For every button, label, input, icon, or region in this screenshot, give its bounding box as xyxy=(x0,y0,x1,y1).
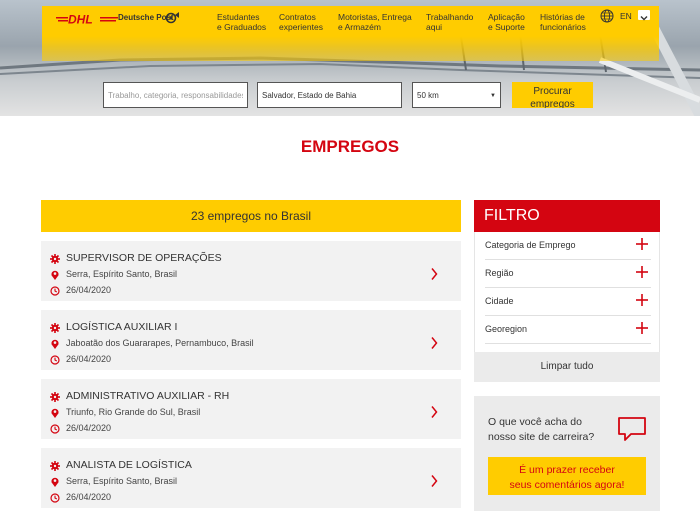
speech-bubble-icon xyxy=(618,417,646,441)
clock-icon xyxy=(50,286,60,296)
plus-icon[interactable] xyxy=(636,266,648,278)
plus-icon[interactable] xyxy=(636,294,648,306)
location-pin-icon xyxy=(51,408,59,418)
job-title[interactable]: ADMINISTRATIVO AUXILIAR - RH xyxy=(66,390,229,402)
job-date: 26/04/2020 xyxy=(66,285,112,295)
nav-students[interactable]: Estudantes e Graduados xyxy=(217,12,266,32)
job-location: Jaboatão dos Guararapes, Pernambuco, Bra… xyxy=(66,338,254,348)
nav-drivers[interactable]: Motoristas, Entrega e Armazém xyxy=(338,12,412,32)
job-date: 26/04/2020 xyxy=(66,423,112,433)
job-date: 26/04/2020 xyxy=(66,354,112,364)
chevron-right-icon[interactable] xyxy=(430,267,438,281)
clock-icon xyxy=(50,424,60,434)
chevron-right-icon[interactable] xyxy=(430,336,438,350)
globe-icon[interactable] xyxy=(600,9,614,23)
filter-item-category[interactable]: Categoria de Emprego xyxy=(485,232,651,260)
chevron-right-icon[interactable] xyxy=(430,405,438,419)
job-title[interactable]: ANALISTA DE LOGÍSTICA xyxy=(66,459,192,471)
nav-employee-stories[interactable]: Histórias de funcionários xyxy=(540,12,586,32)
job-location: Serra, Espírito Santo, Brasil xyxy=(66,269,178,279)
location-input[interactable] xyxy=(257,82,402,108)
job-category-icon xyxy=(50,254,60,264)
clock-icon xyxy=(50,493,60,503)
feedback-panel: O que você acha do nosso site de carreir… xyxy=(474,396,660,511)
language-selector[interactable]: EN xyxy=(620,11,632,21)
page-title: EMPREGOS xyxy=(300,137,400,156)
job-title[interactable]: SUPERVISOR DE OPERAÇÕES xyxy=(66,252,222,264)
dhl-logo[interactable]: DHL xyxy=(56,12,120,26)
radius-select[interactable]: 50 km ▼ xyxy=(412,82,501,108)
job-listing[interactable]: ADMINISTRATIVO AUXILIAR - RH Triunfo, Ri… xyxy=(41,379,461,439)
hero-banner: DHL Deutsche Post Estudantes e Graduados… xyxy=(0,0,700,116)
results-count-header: 23 empregos no Brasil xyxy=(41,200,461,232)
location-pin-icon xyxy=(51,339,59,349)
nav-application-support[interactable]: Aplicação e Suporte xyxy=(488,12,525,32)
plus-icon[interactable] xyxy=(636,238,648,250)
clear-all-button[interactable]: Limpar tudo xyxy=(474,352,660,382)
location-pin-icon xyxy=(51,270,59,280)
top-navigation: DHL Deutsche Post Estudantes e Graduados… xyxy=(42,6,659,61)
nav-working-here[interactable]: Trabalhando aqui xyxy=(426,12,473,32)
dropdown-arrow-icon: ▼ xyxy=(490,93,496,99)
clock-icon xyxy=(50,355,60,365)
job-category-icon xyxy=(50,461,60,471)
job-location: Serra, Espírito Santo, Brasil xyxy=(66,476,178,486)
filter-item-city[interactable]: Cidade xyxy=(485,288,651,316)
filter-item-georegion[interactable]: Georegion xyxy=(485,316,651,344)
filter-item-region[interactable]: Região xyxy=(485,260,651,288)
job-title[interactable]: LOGÍSTICA AUXILIAR I xyxy=(66,321,177,333)
job-listing[interactable]: ANALISTA DE LOGÍSTICA Serra, Espírito Sa… xyxy=(41,448,461,508)
job-category-icon xyxy=(50,392,60,402)
keyword-search-input[interactable] xyxy=(103,82,248,108)
chevron-down-icon xyxy=(640,16,648,21)
nav-experienced[interactable]: Contratos experientes xyxy=(279,12,323,32)
job-category-icon xyxy=(50,323,60,333)
job-listing[interactable]: LOGÍSTICA AUXILIAR I Jaboatão dos Guarar… xyxy=(41,310,461,370)
filter-title: FILTRO xyxy=(474,200,660,232)
language-dropdown-button[interactable] xyxy=(638,10,650,21)
job-location: Triunfo, Rio Grande do Sul, Brasil xyxy=(66,407,201,417)
job-listing[interactable]: SUPERVISOR DE OPERAÇÕES Serra, Espírito … xyxy=(41,241,461,301)
feedback-button[interactable]: É um prazer receber seus comentários ago… xyxy=(488,457,646,495)
filter-panel: Categoria de Emprego Região Cidade Geore… xyxy=(474,232,660,352)
post-horn-icon xyxy=(165,12,179,24)
feedback-question: O que você acha do nosso site de carreir… xyxy=(488,416,595,443)
location-pin-icon xyxy=(51,477,59,487)
plus-icon[interactable] xyxy=(636,322,648,334)
svg-text:DHL: DHL xyxy=(68,13,93,27)
chevron-right-icon[interactable] xyxy=(430,474,438,488)
job-date: 26/04/2020 xyxy=(66,492,112,502)
search-jobs-button[interactable]: Procurar empregos xyxy=(512,82,593,108)
